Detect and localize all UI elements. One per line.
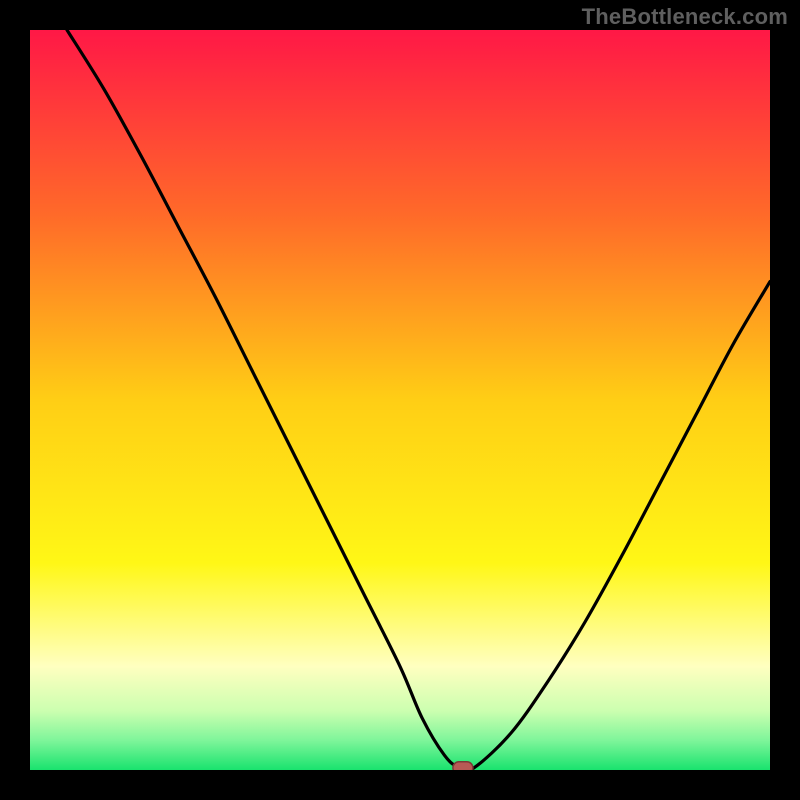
optimal-point-marker (453, 762, 473, 770)
chart-container: TheBottleneck.com (0, 0, 800, 800)
watermark-text: TheBottleneck.com (582, 4, 788, 30)
gradient-background (30, 30, 770, 770)
plot-area (30, 30, 770, 770)
plot-svg (30, 30, 770, 770)
